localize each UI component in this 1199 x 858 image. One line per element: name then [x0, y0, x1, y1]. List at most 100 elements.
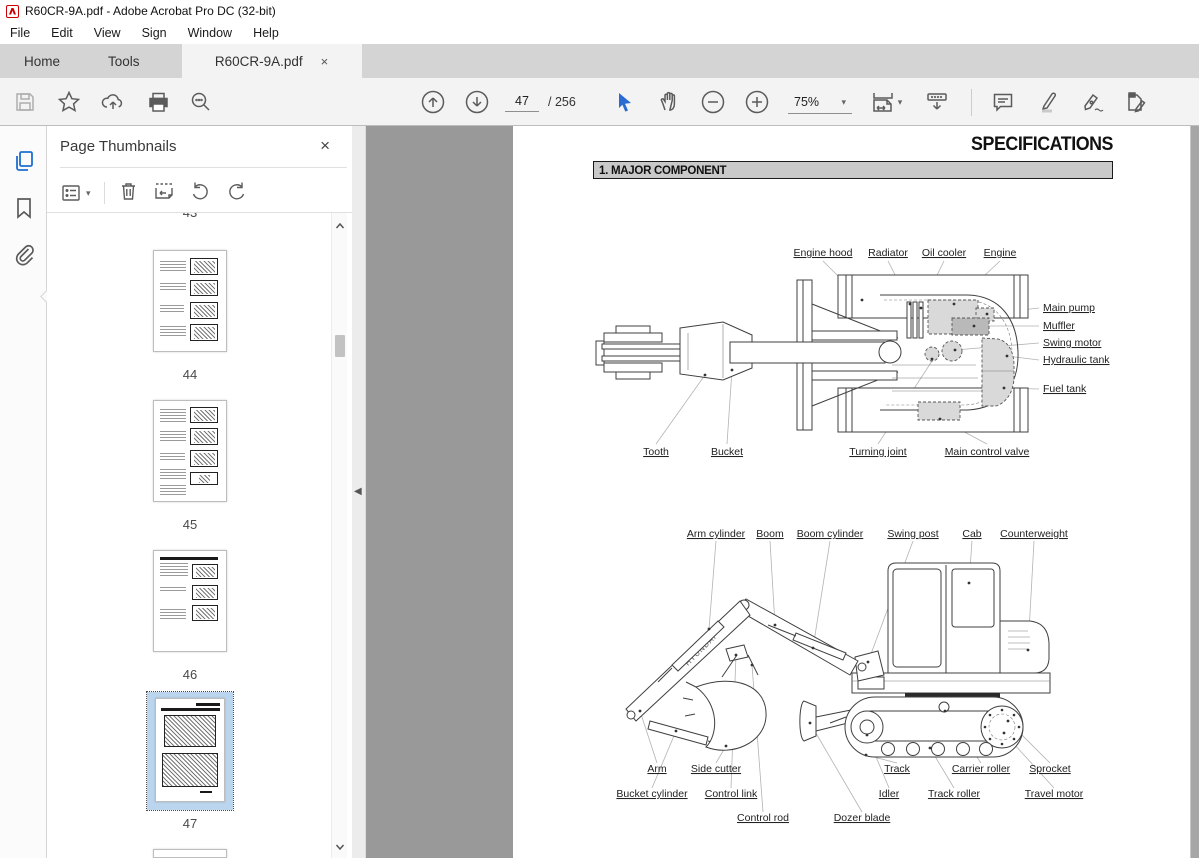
search-button[interactable] — [186, 87, 216, 117]
label-side-cutter: Side cutter — [691, 763, 742, 775]
label-hydraulic-tank: Hydraulic tank — [1043, 354, 1110, 366]
page-thumbnails-panel: Page Thumbnails × ▾ 43 — [47, 126, 352, 858]
label-dozer-blade: Dozer blade — [834, 812, 891, 824]
zoom-level-dropdown[interactable]: 75% ▾ — [788, 91, 852, 114]
page-number-input[interactable] — [505, 91, 539, 112]
label-control-link: Control link — [705, 788, 758, 800]
thumbnail-page-44[interactable] — [153, 250, 227, 352]
document-area: SPECIFICATIONS 1. MAJOR COMPONENT — [366, 126, 1190, 858]
hand-tool-button[interactable] — [654, 87, 684, 117]
label-oil-cooler: Oil cooler — [922, 247, 967, 259]
label-arm-cylinder: Arm cylinder — [687, 528, 746, 540]
thumbnail-label-44[interactable]: 44 — [153, 367, 227, 382]
page-thumbnails-panel-button[interactable] — [11, 148, 37, 174]
side-view-diagram: HYUNDAI — [600, 525, 1090, 835]
main-toolbar: / 256 75% ▾ ▾ — [0, 78, 1199, 126]
label-track: Track — [884, 763, 911, 775]
thumbnail-page-45[interactable] — [153, 400, 227, 502]
label-boom-cylinder: Boom cylinder — [797, 528, 864, 540]
bookmarks-panel-button[interactable] — [11, 195, 37, 221]
document-scrollbar[interactable] — [1190, 126, 1199, 858]
menu-view[interactable]: View — [94, 26, 121, 40]
menu-window[interactable]: Window — [188, 26, 232, 40]
zoom-in-button[interactable] — [742, 87, 772, 117]
rotate-counterclockwise-button[interactable] — [189, 180, 212, 207]
thumbnail-options-button[interactable]: ▾ — [60, 182, 91, 204]
scrolling-mode-button[interactable] — [922, 87, 952, 117]
thumbnail-page-46[interactable] — [153, 550, 227, 652]
menu-bar: File Edit View Sign Window Help — [0, 22, 1199, 44]
label-fuel-tank: Fuel tank — [1043, 383, 1087, 395]
page-count-total: 256 — [555, 95, 576, 109]
thumbnail-scrollbar[interactable] — [331, 213, 347, 858]
delete-pages-button[interactable] — [118, 180, 139, 207]
comment-button[interactable] — [988, 87, 1018, 117]
thumbnail-page-48-partial[interactable] — [153, 849, 227, 858]
options-icon — [60, 182, 82, 204]
fit-width-button[interactable]: ▾ — [866, 87, 906, 117]
zoom-out-button[interactable] — [698, 87, 728, 117]
menu-file[interactable]: File — [10, 26, 30, 40]
print-button[interactable] — [143, 87, 173, 117]
thumbnail-label-43: 43 — [153, 213, 227, 219]
thumbnail-page-47[interactable] — [155, 698, 225, 802]
rotate-clockwise-button[interactable] — [225, 180, 248, 207]
previous-page-button[interactable] — [418, 87, 448, 117]
label-track-roller: Track roller — [928, 788, 981, 800]
thumbnail-list: 43 44 45 — [47, 213, 331, 858]
label-sprocket: Sprocket — [1029, 763, 1071, 775]
trash-icon — [118, 180, 139, 202]
label-turning-joint: Turning joint — [849, 446, 906, 458]
options-caret-icon: ▾ — [86, 188, 91, 199]
tab-home[interactable]: Home — [0, 44, 84, 78]
next-page-button[interactable] — [462, 87, 492, 117]
scrolling-mode-icon — [924, 89, 950, 115]
highlight-button[interactable] — [1033, 87, 1063, 117]
extract-pages-button[interactable] — [152, 180, 176, 207]
page-count: / 256 — [548, 95, 576, 109]
scrollbar-thumb[interactable] — [335, 335, 345, 357]
page-number-box — [505, 91, 541, 113]
fill-sign-button[interactable] — [1121, 87, 1151, 117]
section-title: 1. MAJOR COMPONENT — [599, 163, 726, 177]
extract-pages-icon — [152, 180, 176, 202]
thumbnail-label-45[interactable]: 45 — [153, 517, 227, 532]
label-bucket-cylinder: Bucket cylinder — [616, 788, 688, 800]
attachments-panel-button[interactable] — [11, 241, 37, 267]
sign-button[interactable] — [1077, 87, 1107, 117]
menu-edit[interactable]: Edit — [51, 26, 73, 40]
star-button[interactable] — [54, 87, 84, 117]
label-radiator: Radiator — [868, 247, 908, 259]
collapse-panel-icon[interactable]: ◀ — [354, 486, 362, 497]
tab-document[interactable]: R60CR-9A.pdf × — [182, 44, 362, 78]
acrobat-window: R60CR-9A.pdf - Adobe Acrobat Pro DC (32-… — [0, 0, 1199, 858]
label-travel-motor: Travel motor — [1025, 788, 1084, 800]
label-arm: Arm — [647, 763, 667, 775]
tab-close-icon[interactable]: × — [321, 54, 329, 69]
label-carrier-roller: Carrier roller — [952, 763, 1011, 775]
zoom-in-icon — [744, 89, 770, 115]
thumbnail-label-47[interactable]: 47 — [153, 816, 227, 831]
thumbnail-label-46[interactable]: 46 — [153, 667, 227, 682]
label-counterweight: Counterweight — [1000, 528, 1068, 540]
page-count-divider: / — [548, 95, 551, 109]
cloud-upload-icon — [101, 90, 125, 114]
label-engine: Engine — [984, 247, 1017, 259]
label-boom: Boom — [756, 528, 784, 540]
menu-sign[interactable]: Sign — [142, 26, 167, 40]
fit-width-icon — [870, 89, 896, 115]
search-zoom-icon — [189, 90, 213, 114]
panel-collapse-strip[interactable]: ◀ — [352, 126, 366, 858]
menu-help[interactable]: Help — [253, 26, 279, 40]
scroll-up-icon[interactable] — [334, 219, 346, 231]
scroll-down-icon[interactable] — [334, 840, 346, 852]
page-up-icon — [420, 89, 446, 115]
rotate-left-icon — [189, 180, 212, 202]
save-button[interactable] — [10, 87, 40, 117]
pdf-page: SPECIFICATIONS 1. MAJOR COMPONENT — [513, 126, 1190, 858]
tab-tools[interactable]: Tools — [84, 44, 164, 78]
panel-close-button[interactable]: × — [320, 136, 330, 156]
share-button[interactable] — [98, 87, 128, 117]
select-tool-button[interactable] — [610, 87, 640, 117]
label-idler: Idler — [879, 788, 900, 800]
